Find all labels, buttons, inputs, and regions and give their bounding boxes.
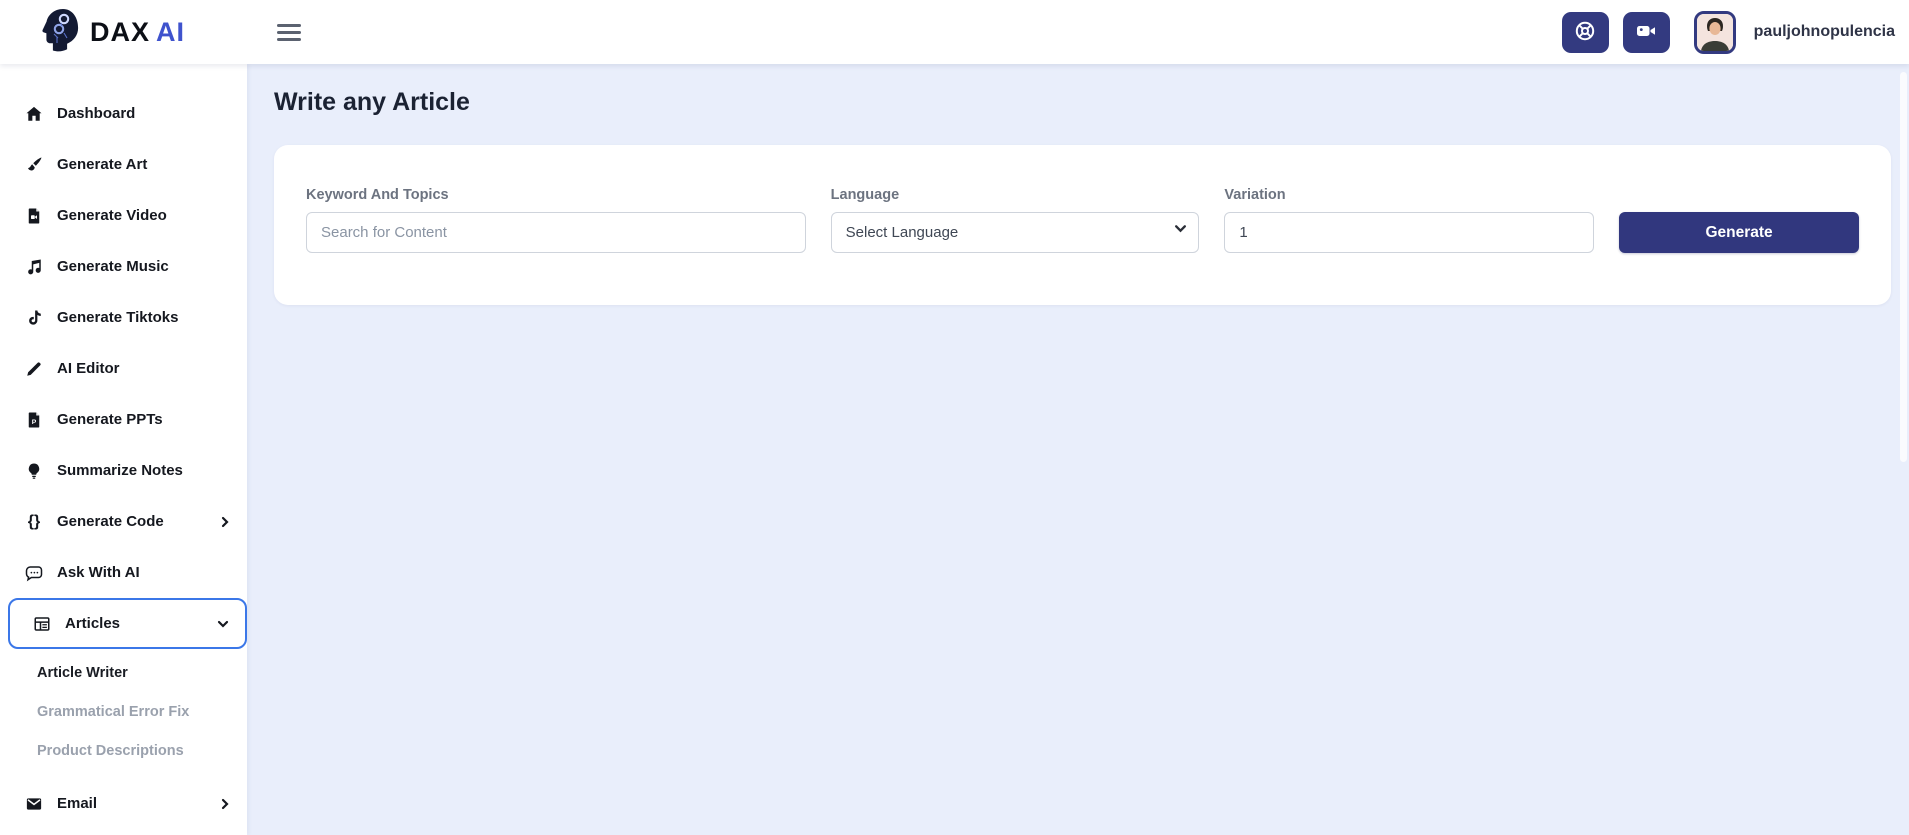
sidebar-item-generate-music[interactable]: Generate Music: [0, 241, 247, 292]
home-icon: [25, 105, 43, 123]
sidebar-nav: Dashboard Generate Art Generate Video Ge…: [0, 64, 247, 835]
article-form-card: Keyword And Topics Language Select Langu…: [274, 145, 1891, 305]
variation-input[interactable]: [1224, 212, 1595, 253]
life-ring-icon: [1573, 19, 1597, 46]
envelope-icon: [25, 795, 43, 813]
tiktok-icon: [25, 309, 43, 327]
submenu-item-grammatical-error-fix[interactable]: Grammatical Error Fix: [0, 692, 247, 731]
language-label: Language: [830, 187, 900, 203]
page-title: Write any Article: [274, 88, 470, 116]
sidebar-item-email[interactable]: Email: [0, 778, 247, 829]
main-content: Write any Article Keyword And Topics Lan…: [247, 64, 1909, 835]
scrollbar-thumb[interactable]: [1900, 72, 1907, 462]
variation-label: Variation: [1224, 187, 1286, 203]
user-avatar[interactable]: [1693, 10, 1736, 54]
generate-button[interactable]: Generate: [1619, 212, 1859, 253]
hamburger-menu-icon[interactable]: [277, 20, 301, 45]
language-select[interactable]: Select Language: [830, 212, 1200, 253]
lightbulb-icon: [25, 462, 43, 480]
username-label: pauljohnopulencia: [1753, 23, 1895, 40]
sidebar-item-generate-art[interactable]: Generate Art: [0, 139, 247, 190]
sidebar-item-dashboard[interactable]: Dashboard: [0, 88, 247, 139]
sidebar-item-generate-video[interactable]: Generate Video: [0, 190, 247, 241]
keyword-input[interactable]: [306, 212, 806, 253]
svg-text:P: P: [32, 418, 37, 425]
sidebar-item-summarize-notes[interactable]: Summarize Notes: [0, 445, 247, 496]
sidebar-item-ask-with-ai[interactable]: Ask With AI: [0, 547, 247, 598]
sidebar-item-generate-ppts[interactable]: P Generate PPTs: [0, 394, 247, 445]
code-braces-icon: {}: [27, 512, 41, 530]
sidebar-item-articles[interactable]: Articles: [8, 598, 247, 649]
sidebar-item-ai-editor[interactable]: AI Editor: [0, 343, 247, 394]
support-button[interactable]: [1561, 11, 1609, 53]
circuit-head-icon: [40, 7, 82, 58]
submenu-item-product-descriptions[interactable]: Product Descriptions: [0, 731, 247, 770]
pen-icon: [25, 360, 43, 378]
music-note-icon: [25, 258, 43, 276]
file-video-icon: [25, 207, 43, 225]
brand-logo[interactable]: DAX AI: [0, 7, 247, 58]
chevron-right-icon: [219, 798, 231, 810]
top-header: DAX AI pauljohnopulencia: [0, 0, 1909, 64]
table-list-icon: [33, 615, 51, 633]
chat-bubble-icon: [25, 564, 43, 582]
file-ppt-icon: P: [25, 411, 43, 429]
chevron-down-icon: [217, 618, 229, 630]
sidebar-item-generate-tiktoks[interactable]: Generate Tiktoks: [0, 292, 247, 343]
video-camera-icon: [1634, 19, 1658, 46]
paintbrush-icon: [25, 156, 43, 174]
submenu-item-article-writer[interactable]: Article Writer: [0, 653, 247, 692]
chevron-right-icon: [219, 516, 231, 528]
brand-name: DAX AI: [90, 16, 186, 47]
video-tutorial-button[interactable]: [1622, 11, 1670, 53]
keyword-label: Keyword And Topics: [306, 187, 449, 203]
articles-submenu: Article Writer Grammatical Error Fix Pro…: [0, 653, 247, 770]
sidebar-item-generate-code[interactable]: {} Generate Code: [0, 496, 247, 547]
